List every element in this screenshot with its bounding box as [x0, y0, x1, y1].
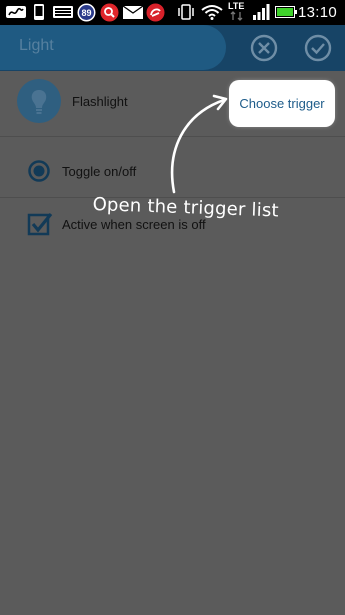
status-time: 13:10 [297, 4, 337, 21]
signature-icon [6, 6, 26, 18]
badge-count: 89 [81, 8, 91, 18]
app-bar: Light [0, 25, 345, 71]
choose-trigger-button[interactable]: Choose trigger [231, 82, 333, 125]
hint-arrow-icon [170, 94, 228, 194]
signal-icon [253, 4, 270, 20]
page-title: Light [19, 37, 54, 54]
title-field[interactable]: Light [0, 25, 226, 70]
status-bar: 89 LTE 13:10 [0, 0, 345, 25]
lightbulb-icon [17, 79, 61, 123]
keyboard-icon [53, 6, 73, 18]
badge-89-icon: 89 [77, 3, 96, 22]
security-app-icon [146, 3, 165, 22]
battery-icon [275, 6, 297, 18]
lte-icon: LTE [228, 2, 246, 22]
screen-off-label: Active when screen is off [62, 217, 206, 232]
toggle-label: Toggle on/off [62, 164, 137, 179]
search-app-icon [100, 3, 119, 22]
cancel-circle-icon[interactable] [249, 33, 279, 63]
lte-label: LTE [228, 1, 245, 11]
mail-icon [123, 5, 143, 19]
vibrate-icon [178, 4, 194, 20]
screen: 89 LTE 13:10 Light Flashlight Choose tri… [0, 0, 345, 615]
screen-off-checkbox[interactable] [27, 211, 53, 237]
phone-icon [34, 4, 44, 20]
wifi-icon [201, 5, 223, 20]
action-label: Flashlight [72, 94, 128, 109]
check-circle-icon[interactable] [303, 33, 333, 63]
toggle-radio[interactable] [28, 160, 50, 182]
